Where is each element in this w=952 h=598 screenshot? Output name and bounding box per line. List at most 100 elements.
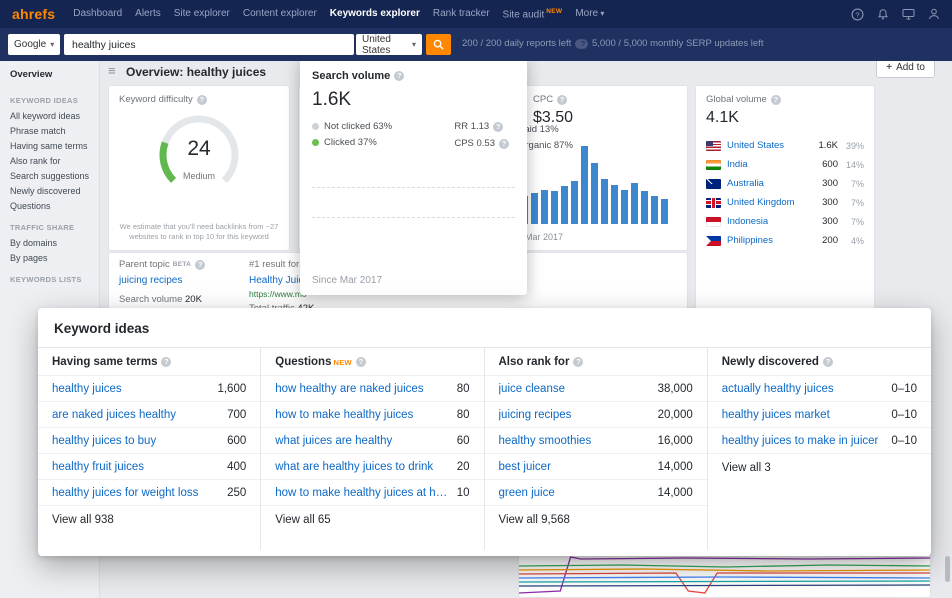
- nav-item-dashboard[interactable]: Dashboard: [73, 8, 122, 19]
- sidebar-item-questions[interactable]: Questions: [0, 198, 99, 213]
- keyword-link[interactable]: healthy juices to make in juicer: [722, 435, 879, 447]
- volume-bar: [611, 184, 618, 224]
- view-all-link-newly-discovered[interactable]: View all 3: [707, 453, 931, 482]
- info-icon[interactable]: ?: [196, 94, 207, 105]
- kd-title: Keyword difficulty: [119, 94, 193, 105]
- global-volume-title: Global volume: [706, 94, 767, 105]
- keyword-ideas-modal: Keyword ideas Having same terms? healthy …: [38, 308, 931, 556]
- position-line: [519, 564, 930, 568]
- info-icon[interactable]: ?: [822, 357, 833, 367]
- country-volume: 300: [822, 197, 838, 208]
- sidebar-item-phrase-match[interactable]: Phrase match: [0, 123, 99, 138]
- keyword-link[interactable]: actually healthy juices: [722, 383, 834, 395]
- keyword-link[interactable]: how to make healthy juices: [275, 409, 413, 421]
- sidebar-item-having-same-terms[interactable]: Having same terms: [0, 138, 99, 153]
- country-link[interactable]: United Kingdom: [727, 197, 802, 208]
- keyword-link[interactable]: how to make healthy juices at home: [275, 487, 448, 499]
- column-title: Questions: [275, 356, 332, 368]
- keyword-link[interactable]: best juicer: [499, 461, 551, 473]
- keyword-volume: 1,600: [217, 382, 247, 395]
- info-icon[interactable]: ?: [161, 357, 172, 367]
- nav-item-site-audit[interactable]: Site audit NEW: [503, 8, 563, 20]
- page-title: Overview: healthy juices: [126, 65, 267, 79]
- keyword-row: actually healthy juices 0–10: [707, 375, 931, 401]
- plus-icon: +: [886, 62, 893, 73]
- keyword-link[interactable]: what juices are healthy: [275, 435, 392, 447]
- country-link[interactable]: United States: [727, 140, 802, 151]
- keyword-link[interactable]: are naked juices healthy: [52, 409, 176, 421]
- parent-topic-link[interactable]: juicing recipes: [119, 275, 205, 286]
- keyword-link[interactable]: healthy juices market: [722, 409, 830, 421]
- country-select[interactable]: United States ▾: [356, 34, 422, 56]
- legend-dot: [312, 139, 319, 146]
- info-icon[interactable]: ?: [499, 138, 509, 149]
- metric-rr-1-13: RR 1.13?: [454, 121, 509, 132]
- view-all-link-questions[interactable]: View all 65: [261, 505, 484, 534]
- info-icon[interactable]: ?: [573, 357, 584, 367]
- view-all-link-also-rank-for[interactable]: View all 9,568: [484, 505, 707, 534]
- keyword-link[interactable]: healthy juices for weight loss: [52, 487, 198, 499]
- country-link[interactable]: Australia: [727, 178, 802, 189]
- keyword-volume: 10: [456, 486, 470, 499]
- info-icon[interactable]: ?: [355, 357, 366, 367]
- country-volume: 300: [822, 178, 838, 189]
- top-navbar: ahrefs Dashboard Alerts Site explorer Conte…: [0, 0, 952, 28]
- sidebar-item-all-keyword-ideas[interactable]: All keyword ideas: [0, 108, 99, 123]
- bell-icon[interactable]: [877, 8, 889, 21]
- keyword-link[interactable]: what are healthy juices to drink: [275, 461, 433, 473]
- info-icon[interactable]: ?: [557, 94, 568, 105]
- keyword-link[interactable]: healthy fruit juices: [52, 461, 144, 473]
- info-icon[interactable]: ?: [578, 38, 588, 49]
- keyword-link[interactable]: healthy smoothies: [499, 435, 592, 447]
- monitor-icon[interactable]: [902, 8, 915, 20]
- country-link[interactable]: Indonesia: [727, 216, 802, 227]
- nav-item-rank-tracker[interactable]: Rank tracker: [433, 8, 490, 19]
- query-bar: Google ▾ United States ▾ 200 / 200 daily…: [0, 28, 952, 61]
- sidebar-item-newly-discovered[interactable]: Newly discovered: [0, 183, 99, 198]
- position-line: [519, 584, 930, 587]
- country-link[interactable]: Philippines: [727, 235, 802, 246]
- info-icon[interactable]: ?: [394, 71, 405, 81]
- sidebar-item-by-domains[interactable]: By domains: [0, 235, 99, 250]
- keyword-search-input[interactable]: [64, 34, 354, 55]
- keyword-volume: 14,000: [657, 460, 693, 473]
- sidebar-item-by-pages[interactable]: By pages: [0, 250, 99, 265]
- search-button[interactable]: [426, 34, 451, 55]
- keyword-link[interactable]: healthy juices: [52, 383, 122, 395]
- view-all-link-having-same-terms[interactable]: View all 938: [38, 505, 261, 534]
- sidebar-item-overview[interactable]: Overview: [0, 61, 99, 86]
- sidebar-item-search-suggestions[interactable]: Search suggestions: [0, 168, 99, 183]
- keyword-link[interactable]: healthy juices to buy: [52, 435, 156, 447]
- nav-item-more[interactable]: More ▾: [575, 8, 604, 19]
- info-icon[interactable]: ?: [195, 259, 206, 270]
- help-icon[interactable]: ?: [851, 8, 864, 21]
- keyword-link[interactable]: how healthy are naked juices: [275, 383, 423, 395]
- volume-bar: [561, 186, 568, 224]
- vertical-scrollbar[interactable]: [945, 556, 950, 582]
- ahrefs-logo[interactable]: ahrefs: [12, 6, 55, 22]
- keyword-link[interactable]: green juice: [499, 487, 555, 499]
- info-icon[interactable]: ?: [770, 94, 781, 105]
- menu-icon[interactable]: ≡: [108, 63, 116, 78]
- nav-item-keywords-explorer[interactable]: Keywords explorer: [330, 8, 420, 19]
- nav-item-content-explorer[interactable]: Content explorer: [243, 8, 317, 19]
- keyword-link[interactable]: juicing recipes: [499, 409, 572, 421]
- keyword-link[interactable]: juice cleanse: [499, 383, 565, 395]
- volume-bar: [541, 189, 548, 224]
- keyword-volume: 80: [456, 408, 470, 421]
- nav-item-site-explorer[interactable]: Site explorer: [174, 8, 230, 19]
- parent-topic-title: Parent topic: [119, 259, 170, 270]
- new-badge: NEW: [546, 7, 563, 15]
- country-volume-list: United States 1.6K 39% India 600 14% Australia…: [706, 136, 864, 250]
- keyword-row: best juicer 14,000: [484, 453, 707, 479]
- country-volume: 1.6K: [818, 140, 838, 151]
- info-icon[interactable]: ?: [493, 121, 504, 132]
- user-icon[interactable]: [928, 8, 940, 20]
- position-line: [519, 580, 930, 583]
- keyword-ideas-grid: Having same terms? healthy juices 1,600 are…: [38, 347, 931, 550]
- search-engine-select[interactable]: Google ▾: [8, 34, 60, 55]
- nav-item-alerts[interactable]: Alerts: [135, 8, 161, 19]
- sidebar-item-also-rank-for[interactable]: Also rank for: [0, 153, 99, 168]
- country-link[interactable]: India: [727, 159, 802, 170]
- legend-label: Not clicked 63%: [324, 121, 393, 132]
